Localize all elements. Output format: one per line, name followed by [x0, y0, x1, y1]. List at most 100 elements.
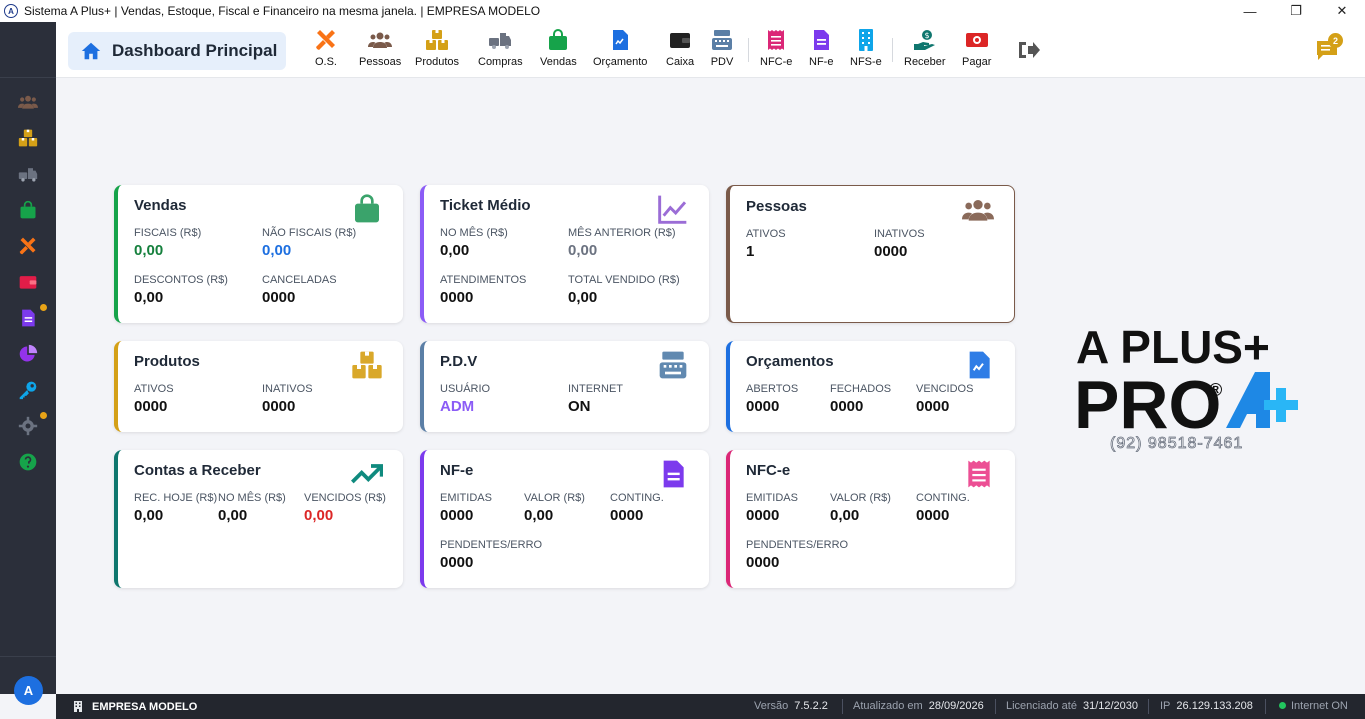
sidebar-item-vendas[interactable] [0, 192, 56, 228]
minimize-button[interactable]: — [1227, 0, 1273, 22]
card-contas-receber[interactable]: Contas a Receber REC. HOJE (R$) 0,00 NO M… [114, 450, 403, 588]
sidebar-item-configuracoes[interactable] [0, 408, 56, 444]
cash-register-icon [657, 349, 689, 381]
invoice-icon [657, 458, 689, 490]
toolbar-compras-button[interactable]: Compras [478, 28, 523, 74]
card-title: Vendas [134, 197, 187, 214]
field-rec-hoje: REC. HOJE (R$) 0,00 [134, 492, 218, 524]
sidebar-item-financeiro[interactable] [0, 264, 56, 300]
field-mes-anterior: MÊS ANTERIOR (R$) 0,00 [568, 227, 676, 259]
top-toolbar: Dashboard Principal O.S. Pessoas Produto… [56, 22, 1365, 78]
field-canceladas: CANCELADAS 0000 [262, 274, 337, 306]
status-divider [1148, 699, 1149, 714]
toolbar-pessoas-button[interactable]: Pessoas [359, 28, 401, 74]
sidebar-item-acesso[interactable] [0, 372, 56, 408]
sidebar: A [0, 22, 56, 705]
sidebar-item-fiscal[interactable] [0, 300, 56, 336]
building-icon [858, 29, 873, 51]
logout-button[interactable] [1016, 38, 1040, 84]
brand-logo: A PLUS+ PRO ® (92) 98518-7461 [1070, 320, 1300, 460]
notifications-button[interactable]: 2 [1315, 33, 1343, 62]
sidebar-item-os[interactable] [0, 228, 56, 264]
building-icon [74, 701, 82, 712]
help-icon [19, 453, 37, 471]
card-nfce[interactable]: NFC-e EMITIDAS 0000 VALOR (R$) 0,00 CONTIN… [726, 450, 1015, 588]
card-title: Contas a Receber [134, 462, 261, 479]
toolbar-vendas-label: Vendas [540, 56, 577, 68]
field-pendentes-erro: PENDENTES/ERRO 0000 [440, 539, 543, 571]
field-internet: INTERNET ON [568, 383, 623, 415]
card-ticket-medio[interactable]: Ticket Médio NO MÊS (R$) 0,00 MÊS ANTERIO… [420, 185, 709, 323]
document-icon [963, 349, 995, 381]
field-usuario: USUÁRIO ADM [440, 383, 491, 415]
card-title: Ticket Médio [440, 197, 531, 214]
window-titlebar: A Sistema A Plus+ | Vendas, Estoque, Fis… [0, 0, 1365, 22]
field-total-vendido: TOTAL VENDIDO (R$) 0,00 [568, 274, 680, 306]
toolbar-pdv-label: PDV [710, 56, 734, 68]
document-icon [22, 309, 35, 327]
card-title: NFC-e [746, 462, 791, 479]
brand-a-mark [1226, 372, 1270, 428]
toolbar-vendas-button[interactable]: Vendas [540, 28, 577, 74]
sidebar-header [0, 22, 56, 78]
sidebar-item-produtos[interactable] [0, 120, 56, 156]
field-fechados: FECHADOS 0000 [830, 383, 892, 415]
card-nfe[interactable]: NF-e EMITIDAS 0000 VALOR (R$) 0,00 CONTING… [420, 450, 709, 588]
toolbar-nfce-label: NFC-e [760, 56, 793, 68]
toolbar-orcamento-button[interactable]: Orçamento [593, 28, 647, 74]
company-name: EMPRESA MODELO [92, 700, 198, 713]
brand-logo-graphic: A PLUS+ PRO ® (92) 98518-7461 [1074, 321, 1298, 452]
notification-dot [40, 412, 47, 419]
toolbar-nfse-button[interactable]: NFS-e [850, 28, 882, 74]
toolbar-os-label: O.S. [314, 56, 337, 68]
field-conting: CONTING. 0000 [916, 492, 970, 524]
sidebar-item-ajuda[interactable] [0, 444, 56, 480]
boxes-icon [18, 129, 38, 147]
toolbar-nfce-button[interactable]: NFC-e [760, 28, 792, 74]
toolbar-pagar-button[interactable]: Pagar [962, 28, 991, 74]
card-title: Orçamentos [746, 353, 834, 370]
toolbar-divider [748, 38, 749, 62]
toolbar-divider [892, 38, 893, 62]
brand-phone: (92) 98518-7461 [1110, 435, 1243, 452]
card-produtos[interactable]: Produtos ATIVOS 0000 INATIVOS 0000 [114, 341, 403, 432]
truck-icon [18, 168, 38, 182]
maximize-button[interactable]: ❐ [1273, 0, 1319, 22]
people-icon [368, 32, 393, 48]
app-logo-icon: A [4, 4, 18, 18]
status-updated: Atualizado em 28/09/2026 [853, 700, 984, 712]
field-emitidas: EMITIDAS 0000 [746, 492, 798, 524]
toolbar-nfe-label: NF-e [809, 56, 834, 68]
field-ativos: ATIVOS 0000 [134, 383, 174, 415]
close-button[interactable]: ✕ [1319, 0, 1365, 22]
user-avatar[interactable]: A [14, 676, 43, 705]
shopping-bag-icon [351, 193, 383, 225]
toolbar-os-button[interactable]: O.S. [314, 28, 338, 74]
status-version: Versão 7.5.2.2 [754, 700, 828, 712]
sidebar-item-relatorios[interactable] [0, 336, 56, 372]
status-divider [842, 699, 843, 714]
card-pdv[interactable]: P.D.V USUÁRIO ADM INTERNET ON [420, 341, 709, 432]
wallet-icon [19, 276, 37, 289]
receipt-icon [768, 30, 785, 50]
money-icon [965, 33, 988, 47]
sidebar-item-compras[interactable] [0, 156, 56, 192]
toolbar-produtos-button[interactable]: Produtos [415, 28, 459, 74]
toolbar-pdv-button[interactable]: PDV [710, 28, 734, 74]
company-indicator: EMPRESA MODELO [72, 700, 197, 713]
shopping-bag-icon [20, 200, 36, 219]
card-pessoas[interactable]: Pessoas ATIVOS 1 INATIVOS 0000 [726, 185, 1015, 323]
svg-text:$: $ [924, 31, 929, 40]
toolbar-receber-button[interactable]: $ Receber [904, 28, 946, 74]
status-internet: Internet ON [1279, 700, 1348, 712]
sidebar-item-pessoas[interactable] [0, 84, 56, 120]
toolbar-nfe-button[interactable]: NF-e [809, 28, 833, 74]
pie-chart-icon [19, 344, 38, 362]
card-vendas[interactable]: Vendas FISCAIS (R$) 0,00 NÃO FISCAIS (R$)… [114, 185, 403, 323]
card-orcamentos[interactable]: Orçamentos ABERTOS 0000 FECHADOS 0000 VENC… [726, 341, 1015, 432]
dashboard-button[interactable]: Dashboard Principal [68, 32, 286, 70]
notification-count-badge: 2 [1328, 33, 1343, 48]
field-valor: VALOR (R$) 0,00 [524, 492, 585, 524]
field-emitidas: EMITIDAS 0000 [440, 492, 492, 524]
toolbar-caixa-button[interactable]: Caixa [666, 28, 694, 74]
